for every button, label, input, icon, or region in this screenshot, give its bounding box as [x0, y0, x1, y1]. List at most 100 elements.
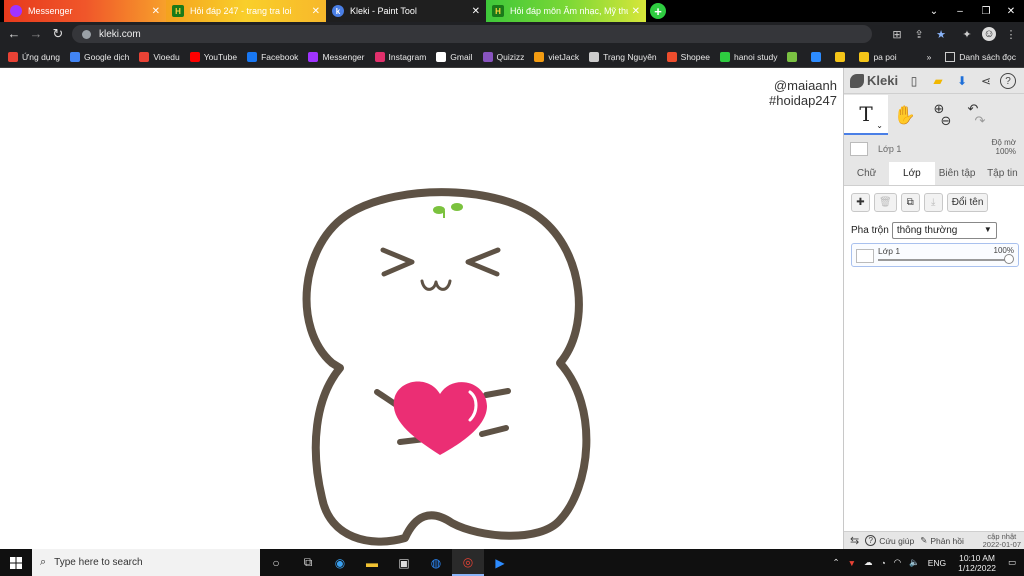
bookmark-icon: [534, 51, 545, 62]
forward-icon[interactable]: →: [28, 26, 44, 42]
notifications-icon[interactable]: ▭: [1008, 557, 1016, 568]
tab-title: Messenger: [28, 6, 73, 16]
update-info[interactable]: cập nhật 2022-01-07: [983, 533, 1021, 549]
merge-layer-button[interactable]: ⤓: [923, 193, 943, 212]
antivirus-icon[interactable]: ▼: [848, 558, 856, 568]
tab-text[interactable]: Chữ: [844, 162, 889, 185]
bookmark-item[interactable]: Facebook: [247, 51, 298, 62]
menu-icon[interactable]: ⋮: [1004, 27, 1018, 41]
tab-kleki[interactable]: k Kleki - Paint Tool ✕: [326, 0, 486, 22]
cloud-icon[interactable]: ☁: [864, 557, 873, 568]
text-tool-button[interactable]: T ⌄: [844, 95, 888, 135]
duplicate-layer-button[interactable]: ⧉: [900, 193, 920, 212]
bookmark-icon: [308, 51, 319, 62]
layer-opacity-slider[interactable]: [878, 259, 1008, 261]
volume-icon[interactable]: 🔈: [909, 557, 920, 568]
bookmark-star-icon[interactable]: ★: [934, 27, 948, 41]
bookmark-item[interactable]: Vioedu: [139, 51, 180, 62]
extensions-icon[interactable]: ✦: [960, 27, 974, 41]
bookmark-item[interactable]: Trạng Nguyên: [589, 51, 657, 62]
bookmark-item[interactable]: Shopee: [666, 51, 710, 62]
layer-item[interactable]: Lớp 1 100%: [851, 243, 1019, 267]
tab-file[interactable]: Tập tin: [980, 162, 1024, 185]
close-window-icon[interactable]: ✕: [998, 0, 1024, 22]
wifi-icon[interactable]: ◠: [894, 557, 901, 568]
history-controls: ↶ ↷: [956, 95, 990, 135]
tab-messenger[interactable]: Messenger ✕: [4, 0, 166, 22]
url-field[interactable]: kleki.com: [72, 25, 872, 43]
profile-avatar-icon[interactable]: ☺: [982, 27, 996, 41]
kleki-logo[interactable]: Kleki: [850, 73, 898, 88]
bookmark-item[interactable]: Ứng dụng: [8, 51, 60, 62]
hand-tool-icon[interactable]: ✋: [888, 95, 922, 135]
more-bookmarks-button[interactable]: »: [927, 52, 932, 62]
bookmark-item[interactable]: Google dịch: [69, 51, 129, 62]
tab-hoidap247[interactable]: H Hỏi đáp 247 - trang tra loi ✕: [166, 0, 326, 22]
store-icon[interactable]: ▣: [388, 549, 420, 576]
bookmark-icon: [69, 51, 80, 62]
bookmark-item[interactable]: [835, 51, 849, 62]
chevron-up-icon[interactable]: ⌃: [833, 557, 840, 568]
minimize-icon[interactable]: –: [950, 0, 970, 22]
network-icon[interactable]: ◔: [881, 558, 886, 568]
translate-icon[interactable]: ⊞: [890, 27, 904, 41]
taskbar-search-input[interactable]: ⌕ Type here to search: [32, 549, 260, 576]
close-icon[interactable]: ✕: [152, 6, 160, 17]
bookmark-item[interactable]: Gmail: [436, 51, 473, 62]
bookmark-item[interactable]: YouTube: [189, 51, 237, 62]
bookmark-icon: [589, 51, 600, 62]
bookmark-label: Shopee: [680, 51, 710, 62]
rename-button[interactable]: Đổi tên: [946, 193, 989, 212]
bookmark-item[interactable]: [811, 51, 825, 62]
share-icon[interactable]: ⇪: [912, 27, 926, 41]
clock[interactable]: 10:10 AM 1/12/2022: [958, 553, 996, 573]
delete-layer-button[interactable]: 🗑: [874, 193, 897, 212]
tab-edit[interactable]: Biên tập: [935, 162, 980, 185]
bookmark-item[interactable]: hanoi study: [719, 51, 777, 62]
bookmark-item[interactable]: vietJack: [534, 51, 579, 62]
bookmark-icon: [189, 51, 200, 62]
open-file-icon[interactable]: ▰: [928, 71, 948, 91]
tab-search-icon[interactable]: ⌄: [924, 0, 944, 22]
add-layer-button[interactable]: ✚: [851, 193, 870, 212]
new-image-icon[interactable]: ▯: [904, 71, 924, 91]
task-view-icon[interactable]: ⧉: [292, 549, 324, 576]
blend-mode-select[interactable]: thông thường ▼: [891, 222, 997, 239]
close-icon[interactable]: ✕: [632, 6, 640, 17]
bookmark-item[interactable]: Messenger: [308, 51, 365, 62]
cortana-icon[interactable]: ○: [260, 549, 292, 576]
bookmark-item[interactable]: [787, 51, 801, 62]
reload-icon[interactable]: ↻: [50, 26, 66, 42]
feedback-button[interactable]: ✎ Phản hồi: [920, 535, 964, 546]
zoom-app-icon[interactable]: ▶: [484, 549, 516, 576]
chrome-icon[interactable]: ◎: [452, 549, 484, 576]
save-download-icon[interactable]: ⬇: [952, 71, 972, 91]
layer-opacity-handle[interactable]: [1004, 254, 1014, 264]
bookmark-item[interactable]: pa poi: [859, 51, 897, 62]
back-icon[interactable]: ←: [6, 26, 22, 42]
windows-icon: [10, 556, 22, 569]
help-icon[interactable]: ?: [1000, 73, 1016, 89]
bookmark-label: Instagram: [388, 51, 427, 62]
start-button[interactable]: [0, 549, 32, 576]
help-button[interactable]: ? Cứu giúp: [865, 535, 914, 546]
drawing-canvas[interactable]: @maiaanh #hoidap247: [0, 68, 843, 549]
bookmark-item[interactable]: Instagram: [374, 51, 427, 62]
file-explorer-icon[interactable]: ▬: [356, 549, 388, 576]
close-icon[interactable]: ✕: [312, 6, 320, 17]
reading-list-button[interactable]: Danh sách đọc: [959, 52, 1016, 62]
new-tab-button[interactable]: +: [650, 3, 666, 19]
bookmark-item[interactable]: Quizizz: [482, 51, 524, 62]
language-indicator[interactable]: ENG: [928, 558, 946, 568]
close-icon[interactable]: ✕: [472, 6, 480, 17]
share-icon[interactable]: ⋖: [976, 71, 996, 91]
zalo-icon[interactable]: ◍: [420, 549, 452, 576]
tab-layer[interactable]: Lớp: [889, 162, 935, 185]
redo-icon[interactable]: ↷: [975, 114, 986, 127]
right-eye: [465, 247, 501, 277]
tab-hoidap-music[interactable]: H Hỏi đáp môn Âm nhạc, Mỹ thuật - ✕: [486, 0, 646, 22]
edge-icon[interactable]: ◉: [324, 549, 356, 576]
swap-side-icon[interactable]: ⇆: [850, 534, 859, 547]
reading-list-icon: [945, 52, 956, 62]
zoom-out-icon[interactable]: ⊖: [941, 114, 952, 127]
